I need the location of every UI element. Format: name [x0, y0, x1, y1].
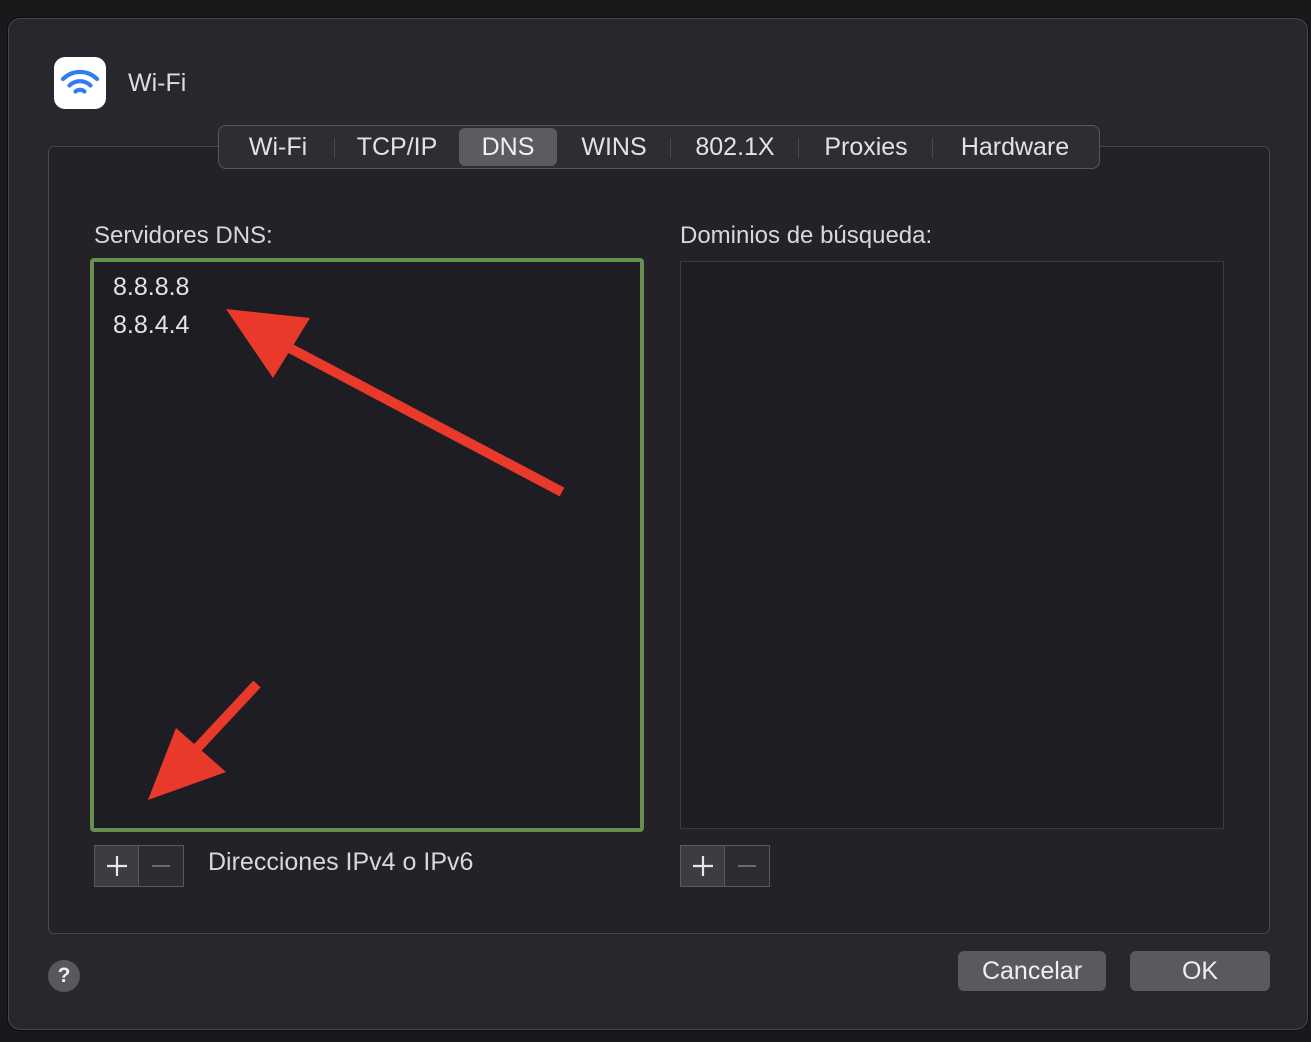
remove-dns-server-button[interactable]: [139, 845, 184, 887]
add-dns-server-button[interactable]: [94, 845, 139, 887]
plus-icon: [106, 856, 127, 876]
tab-bar: Wi-Fi TCP/IP DNS WINS 802.1X Proxies Har…: [218, 125, 1100, 169]
plus-icon: [692, 856, 713, 876]
minus-icon: [738, 865, 756, 867]
window-title: Wi-Fi: [128, 69, 187, 97]
dns-servers-list[interactable]: 8.8.8.8 8.8.4.4: [90, 258, 644, 832]
add-search-domain-button[interactable]: [680, 845, 725, 887]
remove-search-domain-button[interactable]: [725, 845, 770, 887]
dns-server-entry[interactable]: 8.8.8.8: [94, 268, 640, 306]
tab-8021x[interactable]: 802.1X: [671, 128, 799, 166]
dns-servers-label: Servidores DNS:: [94, 222, 273, 249]
domains-add-remove-group: [680, 845, 770, 887]
tab-tcpip[interactable]: TCP/IP: [335, 128, 459, 166]
wifi-icon: [60, 69, 100, 94]
wifi-app-icon: [54, 57, 106, 109]
cancel-button[interactable]: Cancelar: [958, 951, 1106, 991]
tab-hardware[interactable]: Hardware: [933, 128, 1097, 166]
dns-server-entry[interactable]: 8.8.4.4: [94, 306, 640, 344]
tab-dns[interactable]: DNS: [459, 128, 557, 166]
help-button[interactable]: ?: [48, 960, 80, 992]
dns-add-remove-group: [94, 845, 184, 887]
tab-proxies[interactable]: Proxies: [799, 128, 933, 166]
ok-button[interactable]: OK: [1130, 951, 1270, 991]
tab-wins[interactable]: WINS: [557, 128, 671, 166]
tab-wifi[interactable]: Wi-Fi: [221, 128, 335, 166]
search-domains-list[interactable]: [680, 261, 1224, 829]
minus-icon: [152, 865, 170, 867]
dns-address-hint: Direcciones IPv4 o IPv6: [208, 848, 474, 876]
search-domains-label: Dominios de búsqueda:: [680, 222, 933, 249]
